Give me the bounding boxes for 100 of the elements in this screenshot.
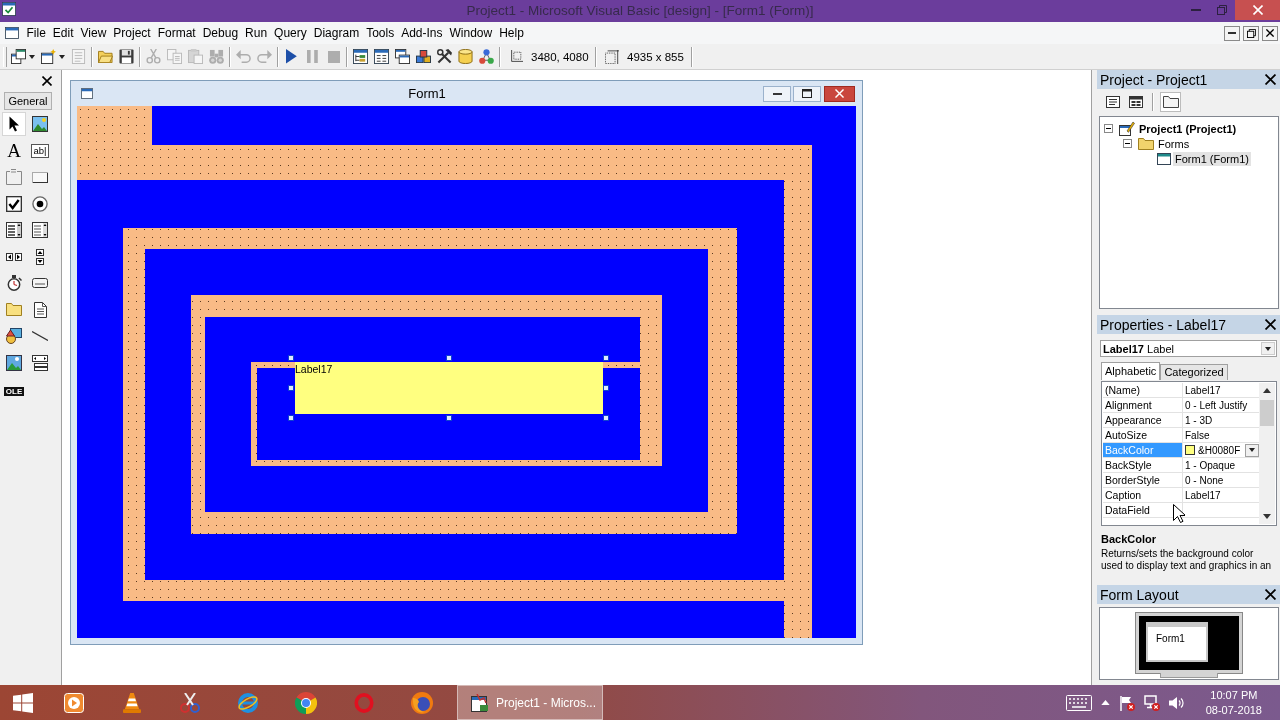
dropdown-button[interactable] — [1245, 443, 1259, 457]
minimize-button[interactable] — [763, 85, 791, 102]
property-name[interactable]: BorderStyle — [1103, 473, 1183, 487]
cubes-icon — [416, 49, 431, 64]
menu-item[interactable]: Format — [154, 24, 200, 42]
close-icon[interactable] — [1265, 589, 1276, 600]
close-icon[interactable] — [42, 75, 52, 86]
menu-item[interactable]: Window — [446, 24, 496, 42]
maximize-button[interactable] — [793, 85, 821, 102]
speaker-icon[interactable] — [1168, 695, 1185, 710]
property-name[interactable]: Appearance — [1103, 413, 1183, 427]
drive-icon — [32, 278, 48, 289]
toolbox-tool[interactable]: ab| — [28, 138, 52, 163]
property-value[interactable]: 0 - None — [1185, 474, 1224, 486]
property-value[interactable]: Label17 — [1185, 384, 1221, 396]
segmented-circle-icon[interactable] — [295, 691, 317, 714]
menu-item[interactable]: Help — [495, 24, 528, 42]
caret-icon — [1265, 346, 1271, 351]
close-button[interactable] — [1262, 25, 1278, 41]
scrollbar-thumb[interactable] — [1260, 400, 1274, 426]
object-dropdown[interactable]: Label17 Label — [1100, 340, 1277, 357]
folder-icon — [6, 303, 22, 317]
position-readout: 3480, 4080 — [531, 50, 589, 63]
tree-item[interactable]: Project1 (Project1) — [1137, 121, 1239, 136]
menu-item[interactable]: Tools — [362, 24, 398, 42]
toolbox-tool[interactable] — [2, 112, 26, 137]
network-cross-icon[interactable] — [1143, 694, 1160, 711]
caret-icon[interactable] — [29, 54, 35, 59]
property-value[interactable]: Label17 — [1185, 489, 1221, 501]
toolbox-tool[interactable]: OLE — [2, 377, 26, 402]
menu-item[interactable]: File — [23, 24, 50, 42]
form-preview[interactable]: Form1 — [1146, 622, 1208, 662]
property-tab[interactable]: Alphabetic — [1101, 362, 1161, 380]
project-icon — [1119, 121, 1135, 136]
description-title: BackColor — [1101, 533, 1158, 546]
close-icon — [1252, 5, 1263, 15]
tree-item[interactable]: Forms — [1156, 136, 1192, 151]
resize-handle-icon[interactable] — [288, 415, 294, 421]
folder-open-icon — [98, 49, 113, 64]
label-control[interactable]: Label17 — [295, 362, 603, 414]
keyboard-icon[interactable] — [1065, 694, 1092, 711]
flag-cross-icon[interactable] — [1118, 694, 1135, 711]
property-tab[interactable]: Categorized — [1160, 364, 1228, 380]
caret-icon — [1249, 448, 1255, 452]
tree-item[interactable]: Form1 (Form1) — [1173, 151, 1251, 166]
menu-item[interactable]: Diagram — [310, 24, 363, 42]
minimize-icon — [1191, 9, 1201, 11]
form-window-icon[interactable] — [2, 2, 16, 16]
property-value[interactable]: False — [1185, 429, 1210, 441]
caret-icon[interactable] — [59, 54, 65, 59]
menu-item[interactable]: Add-Ins — [397, 24, 446, 42]
folder-icon — [1162, 96, 1179, 108]
flame-globe-icon[interactable] — [411, 691, 433, 714]
database-icon — [458, 49, 473, 64]
windows-logo-icon[interactable] — [12, 692, 33, 713]
menu-item[interactable]: Query — [270, 24, 311, 42]
property-value[interactable]: 1 - 3D — [1185, 414, 1213, 426]
property-value[interactable]: 1 - Opaque — [1185, 459, 1236, 471]
diagonal-line-icon — [32, 331, 48, 342]
form-window-icon[interactable] — [5, 27, 19, 39]
panel-toolbar-button[interactable] — [1160, 92, 1181, 112]
form-stack-icon — [11, 49, 26, 64]
menu-item[interactable]: Run — [241, 24, 271, 42]
form-window-icon[interactable] — [81, 88, 93, 99]
traffic-cone-icon[interactable] — [123, 692, 141, 713]
close-button[interactable] — [824, 85, 855, 102]
property-sheet-icon — [374, 49, 389, 64]
landscape-image-icon — [6, 354, 22, 371]
property-name[interactable]: AutoSize — [1103, 428, 1183, 442]
close-icon[interactable] — [1265, 319, 1276, 330]
menu-item[interactable]: Project — [109, 24, 155, 42]
restore-icon — [1246, 28, 1256, 38]
menu-item[interactable]: Debug — [199, 24, 242, 42]
resize-handle-icon[interactable] — [603, 415, 609, 421]
form-title: Form1 — [407, 86, 447, 101]
property-value[interactable]: &H0080F — [1198, 444, 1241, 456]
scissors-icon[interactable] — [180, 692, 200, 713]
property-name[interactable]: Caption — [1103, 488, 1183, 502]
clock-time: 10:07 PM — [1209, 687, 1259, 703]
description-text: Returns/sets the background color used to display text and graphics in an — [1101, 548, 1272, 571]
property-name[interactable]: (Name) — [1103, 383, 1183, 397]
orbit-ring-icon[interactable] — [237, 691, 259, 714]
play-tile-icon[interactable] — [64, 692, 84, 713]
minimize-button[interactable] — [1224, 25, 1240, 41]
vertical-scrollbar[interactable] — [1259, 383, 1275, 524]
resize-handle-icon[interactable] — [603, 385, 609, 391]
restore-button[interactable] — [1243, 25, 1259, 41]
collapse-box-icon[interactable] — [1104, 124, 1113, 133]
close-icon[interactable] — [1265, 74, 1276, 85]
resize-handle-icon[interactable] — [288, 385, 294, 391]
property-name[interactable]: BackStyle — [1103, 458, 1183, 472]
menu-item[interactable]: Edit — [49, 24, 78, 42]
property-value[interactable]: 0 - Left Justify — [1185, 399, 1248, 411]
up-triangle-icon[interactable] — [1100, 700, 1110, 705]
property-name[interactable]: Alignment — [1103, 398, 1183, 412]
toolbox-tab[interactable]: General — [4, 92, 52, 110]
toolbox-tool[interactable]: A — [2, 138, 26, 163]
clipboard-icon — [188, 49, 203, 64]
menu-item[interactable]: View — [77, 24, 110, 42]
collapse-box-icon[interactable] — [1123, 139, 1132, 148]
